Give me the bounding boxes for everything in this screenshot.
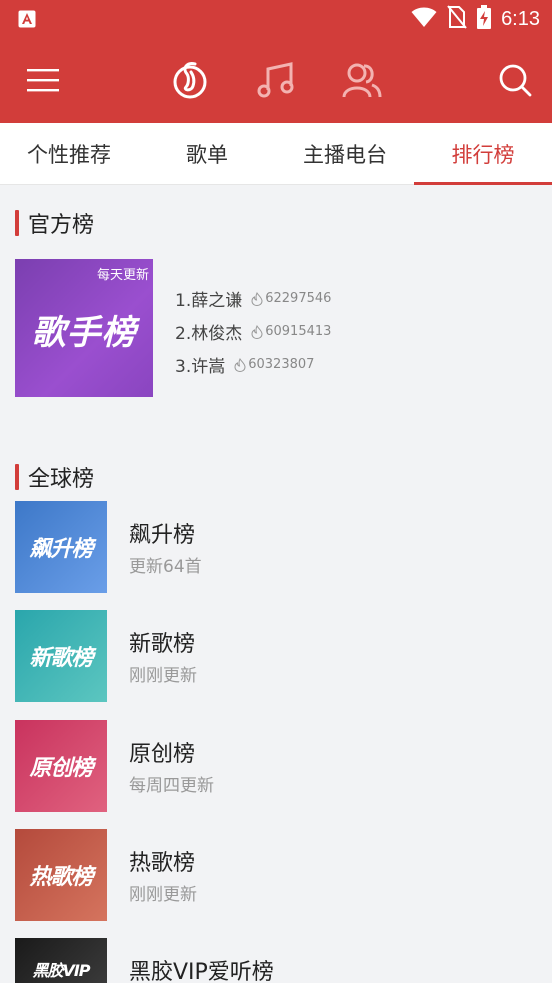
wifi-icon (411, 6, 437, 32)
tab-playlists[interactable]: 歌单 (138, 123, 276, 184)
chart-name: 黑胶VIP爱听榜 (129, 960, 274, 983)
list-item[interactable]: 3.许嵩 60323807 (175, 348, 331, 381)
list-item[interactable]: 2.林俊杰 60915413 (175, 315, 331, 348)
artist-rank: 1.薛之谦 (175, 291, 243, 311)
chart-name: 飙升榜 (129, 523, 196, 548)
section-global: 全球榜 (15, 461, 94, 493)
no-sim-icon (447, 5, 467, 33)
cover-title: 新歌榜 (29, 646, 93, 671)
cover-title: 飙升榜 (29, 537, 93, 562)
chart-name: 热歌榜 (129, 851, 196, 876)
flame-icon (251, 291, 263, 306)
chart-row-vinyl-vip[interactable]: 黑胶VIP 黑胶VIP爱听榜 (15, 938, 545, 983)
official-top-list[interactable]: 1.薛之谦 62297546 2.林俊杰 60915413 3.许嵩 60323… (175, 282, 331, 381)
chart-row-hot-songs[interactable]: 热歌榜 热歌榜 刚刚更新 (15, 829, 545, 921)
cover-title: 黑胶VIP (32, 961, 90, 980)
chart-name: 新歌榜 (129, 632, 196, 657)
section-marker (15, 210, 19, 236)
tab-charts[interactable]: 排行榜 (414, 123, 552, 185)
clock: 6:13 (501, 7, 540, 30)
artist-rank: 3.许嵩 (175, 357, 226, 377)
flame-icon (234, 357, 246, 372)
menu-icon[interactable] (21, 58, 65, 102)
chart-row-new-songs[interactable]: 新歌榜 新歌榜 刚刚更新 (15, 610, 545, 702)
friends-icon[interactable] (340, 58, 384, 102)
update-frequency: 每天更新 (96, 268, 149, 283)
cover-title: 热歌榜 (29, 865, 93, 890)
section-title: 官方榜 (28, 213, 95, 238)
status-bar: 6:13 (0, 0, 552, 38)
chart-cover: 新歌榜 (15, 610, 107, 702)
section-marker (15, 464, 19, 490)
tab-radio[interactable]: 主播电台 (276, 123, 414, 184)
netease-music-icon[interactable] (168, 58, 212, 102)
chart-update: 更新64首 (129, 557, 202, 577)
chart-update: 每周四更新 (129, 776, 214, 796)
section-title: 全球榜 (28, 467, 95, 492)
singer-chart-cover[interactable]: 每天更新 歌手榜 (15, 259, 153, 397)
heat-count: 62297546 (265, 291, 332, 306)
artist-rank: 2.林俊杰 (175, 324, 243, 344)
app-bar (0, 38, 552, 123)
chart-logo: 歌手榜 (31, 313, 137, 353)
search-icon[interactable] (493, 58, 537, 102)
app-notification-icon (18, 10, 36, 28)
cover-title: 原创榜 (29, 756, 93, 781)
chart-update: 刚刚更新 (129, 885, 197, 905)
heat-count: 60915413 (265, 324, 332, 339)
list-item[interactable]: 1.薛之谦 62297546 (175, 282, 331, 315)
chart-cover: 热歌榜 (15, 829, 107, 921)
chart-cover: 飙升榜 (15, 501, 107, 593)
music-note-icon[interactable] (254, 58, 298, 102)
chart-row-soaring[interactable]: 飙升榜 飙升榜 更新64首 (15, 501, 545, 593)
chart-update: 刚刚更新 (129, 666, 197, 686)
chart-name: 原创榜 (129, 742, 196, 767)
battery-charging-icon (477, 5, 492, 33)
heat-count: 60323807 (248, 357, 315, 372)
tab-personal-recommend[interactable]: 个性推荐 (0, 123, 138, 184)
chart-cover: 黑胶VIP (15, 938, 107, 983)
section-official: 官方榜 (15, 207, 94, 239)
chart-row-original[interactable]: 原创榜 原创榜 每周四更新 (15, 720, 545, 812)
chart-cover: 原创榜 (15, 720, 107, 812)
tab-bar: 个性推荐 歌单 主播电台 排行榜 (0, 123, 552, 185)
flame-icon (251, 324, 263, 339)
